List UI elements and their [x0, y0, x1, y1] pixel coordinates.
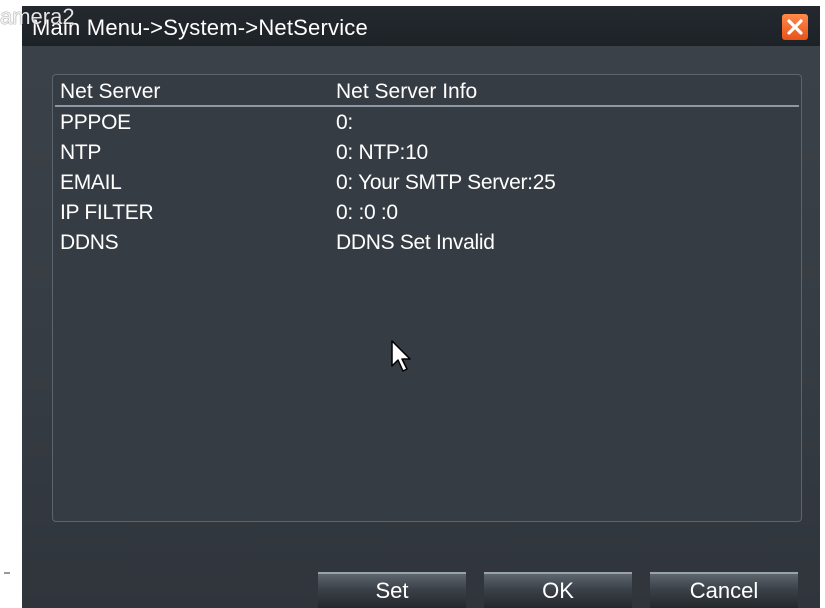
netservice-dialog: Main Menu->System->NetService amera2 Net…: [0, 4, 820, 608]
server-info: DDNS Set Invalid: [336, 231, 495, 254]
camera-overlay-label: amera2: [0, 4, 75, 29]
table-row-email[interactable]: EMAIL 0: Your SMTP Server:25: [55, 169, 799, 199]
cancel-button[interactable]: Cancel: [650, 572, 798, 608]
table-row-pppoe[interactable]: PPPOE 0:: [55, 109, 799, 139]
server-name: DDNS: [60, 231, 119, 254]
server-name: IP FILTER: [60, 201, 154, 224]
table-row-ip-filter[interactable]: IP FILTER 0: :0 :0: [55, 199, 799, 229]
server-info: 0: :0 :0: [336, 201, 398, 224]
table-header: Net Server Net Server Info: [55, 77, 799, 107]
window-title: Main Menu->System->NetService: [32, 15, 368, 40]
close-icon: [787, 19, 803, 35]
table-row-ntp[interactable]: NTP 0: NTP:10: [55, 139, 799, 169]
edge-mark: [4, 572, 10, 574]
header-net-server-info: Net Server Info: [336, 80, 478, 103]
dialog-footer: Set OK Cancel: [22, 566, 820, 608]
close-button[interactable]: [782, 14, 808, 40]
table-row-ddns[interactable]: DDNS DDNS Set Invalid: [55, 229, 799, 259]
set-button[interactable]: Set: [318, 572, 466, 608]
server-info: 0: NTP:10: [336, 141, 428, 164]
mouse-pointer-icon: [391, 340, 411, 372]
header-net-server: Net Server: [60, 80, 161, 103]
server-name: PPPOE: [60, 111, 131, 134]
title-bar: Main Menu->System->NetService amera2: [0, 4, 820, 46]
server-info: 0: Your SMTP Server:25: [336, 171, 556, 194]
server-info: 0:: [336, 111, 353, 134]
table-body: PPPOE 0: NTP 0: NTP:10 EMAIL 0: Your SMT…: [55, 109, 799, 259]
net-service-table: Net Server Net Server Info PPPOE 0: NTP …: [52, 74, 802, 522]
ok-button[interactable]: OK: [484, 572, 632, 608]
server-name: NTP: [60, 141, 102, 164]
server-name: EMAIL: [60, 171, 122, 194]
